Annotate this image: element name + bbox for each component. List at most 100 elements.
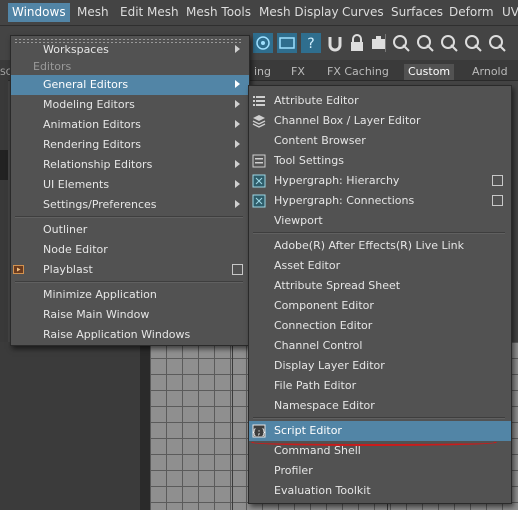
section-label-editors: Editors [33, 60, 72, 73]
menu-item-label: Attribute Spread Sheet [274, 279, 401, 292]
menu-item-content-browser[interactable]: Content Browser [249, 131, 511, 151]
lock-icon[interactable] [346, 32, 368, 54]
menu-item-evaluation-toolkit[interactable]: Evaluation Toolkit [249, 481, 511, 501]
menu-item-label: Raise Main Window [43, 308, 150, 321]
menu-item-outliner[interactable]: Outliner [11, 220, 249, 240]
menu-mesh[interactable]: Mesh [73, 3, 113, 22]
menu-uv[interactable]: UV [498, 3, 518, 22]
menu-item-playblast[interactable]: Playblast [11, 260, 249, 280]
menu-mesh-display[interactable]: Mesh Display [255, 3, 343, 22]
submenu-arrow-icon [235, 140, 240, 148]
menu-item-general-editors[interactable]: General Editors [11, 75, 249, 95]
menu-item-raise-main-window[interactable]: Raise Main Window [11, 305, 249, 325]
svg-text:{;}: {;} [252, 428, 266, 437]
menu-item-label: Settings/Preferences [43, 198, 157, 211]
camera-icon[interactable] [368, 32, 390, 54]
menu-item-label: Rendering Editors [43, 138, 141, 151]
menu-item-component-editor[interactable]: Component Editor [249, 296, 511, 316]
menu-item-label: Display Layer Editor [274, 359, 385, 372]
menu-item-label: Namespace Editor [274, 399, 375, 412]
menu-item-tool-settings[interactable]: Tool Settings [249, 151, 511, 171]
magnet-icon[interactable] [324, 32, 346, 54]
menu-item-label: Workspaces [43, 43, 109, 56]
menu-item-label: Raise Application Windows [43, 328, 191, 341]
layers-icon [252, 115, 266, 128]
menu-item-namespace-editor[interactable]: Namespace Editor [249, 396, 511, 416]
grid-axis-line [232, 342, 233, 510]
toolbar-separator [385, 34, 386, 52]
menu-item-display-layer-editor[interactable]: Display Layer Editor [249, 356, 511, 376]
submenu-arrow-icon [235, 160, 240, 168]
menu-separator [15, 281, 243, 283]
menu-item-label: Attribute Editor [274, 94, 359, 107]
menu-item-file-path-editor[interactable]: File Path Editor [249, 376, 511, 396]
tool-settings-icon [252, 154, 266, 168]
snap-curves-icon[interactable] [414, 32, 436, 54]
menu-item-raise-application-windows[interactable]: Raise Application Windows [11, 325, 249, 345]
menu-item-asset-editor[interactable]: Asset Editor [249, 256, 511, 276]
menu-item-label: Asset Editor [274, 259, 341, 272]
menu-item-hypergraph-connections[interactable]: Hypergraph: Connections [249, 191, 511, 211]
submenu-arrow-icon [235, 180, 240, 188]
menu-item-label: General Editors [43, 78, 129, 91]
menu-item-channel-control[interactable]: Channel Control [249, 336, 511, 356]
snap-faces-icon[interactable] [438, 32, 460, 54]
menu-item-rendering-editors[interactable]: Rendering Editors [11, 135, 249, 155]
menu-item-after-effects-live-link[interactable]: Adobe(R) After Effects(R) Live Link [249, 236, 511, 256]
windows-menu: Workspaces Editors General Editors Model… [10, 35, 250, 346]
menu-item-label: Viewport [274, 214, 323, 227]
script-editor-icon: {;} [252, 424, 266, 438]
attribute-editor-icon [253, 96, 265, 106]
menu-item-viewport[interactable]: Viewport [249, 211, 511, 231]
menu-item-minimize-application[interactable]: Minimize Application [11, 285, 249, 305]
panel-divider[interactable] [140, 342, 150, 510]
menu-separator [253, 232, 505, 234]
menu-item-label: Minimize Application [43, 288, 157, 301]
snap-to-curve-icon[interactable] [276, 32, 298, 54]
shelf-tab[interactable]: Custom [404, 64, 455, 80]
shelf-tab[interactable]: ing [250, 64, 275, 80]
help-icon[interactable]: ? [300, 32, 322, 54]
shelf-tab[interactable]: FX Caching [323, 64, 393, 80]
menu-item-label: Connection Editor [274, 319, 373, 332]
menu-mesh-tools[interactable]: Mesh Tools [182, 3, 255, 22]
option-box-icon[interactable] [232, 264, 243, 275]
menu-item-label: UI Elements [43, 178, 110, 191]
menu-item-connection-editor[interactable]: Connection Editor [249, 316, 511, 336]
menu-item-modeling-editors[interactable]: Modeling Editors [11, 95, 249, 115]
snap-live-icon[interactable] [486, 32, 508, 54]
menu-item-ui-elements[interactable]: UI Elements [11, 175, 249, 195]
menu-item-attribute-spread-sheet[interactable]: Attribute Spread Sheet [249, 276, 511, 296]
submenu-arrow-icon [235, 100, 240, 108]
option-box-icon[interactable] [492, 175, 503, 186]
menu-item-channel-box[interactable]: Channel Box / Layer Editor [249, 111, 511, 131]
menu-item-settings-preferences[interactable]: Settings/Preferences [11, 195, 249, 215]
menu-edit-mesh[interactable]: Edit Mesh [116, 3, 183, 22]
menu-item-label: Outliner [43, 223, 88, 236]
side-panel-strip [0, 150, 8, 180]
menu-item-label: Hypergraph: Connections [274, 194, 415, 207]
option-box-icon[interactable] [492, 195, 503, 206]
snap-views-icon[interactable] [462, 32, 484, 54]
menu-windows[interactable]: Windows [8, 3, 70, 22]
menu-item-animation-editors[interactable]: Animation Editors [11, 115, 249, 135]
menu-item-script-editor[interactable]: {;} Script Editor [249, 421, 511, 441]
snap-to-grid-icon[interactable] [252, 32, 274, 54]
menu-item-hypergraph-hierarchy[interactable]: Hypergraph: Hierarchy [249, 171, 511, 191]
menu-item-workspaces[interactable]: Workspaces [11, 40, 249, 60]
menu-item-attribute-editor[interactable]: Attribute Editor [249, 91, 511, 111]
menu-surfaces[interactable]: Surfaces [387, 3, 447, 22]
hypergraph-icon [252, 194, 266, 208]
menu-item-label: Adobe(R) After Effects(R) Live Link [274, 239, 465, 252]
snap-points-icon[interactable] [390, 32, 412, 54]
menu-curves[interactable]: Curves [338, 3, 388, 22]
menu-item-label: Animation Editors [43, 118, 141, 131]
shelf-tab[interactable]: Arnold [468, 64, 512, 80]
menu-item-label: Channel Box / Layer Editor [274, 114, 421, 127]
shelf-tab[interactable]: FX [287, 64, 309, 80]
menu-deform[interactable]: Deform [445, 3, 498, 22]
menu-item-profiler[interactable]: Profiler [249, 461, 511, 481]
menu-item-label: File Path Editor [274, 379, 357, 392]
menu-item-node-editor[interactable]: Node Editor [11, 240, 249, 260]
menu-item-relationship-editors[interactable]: Relationship Editors [11, 155, 249, 175]
